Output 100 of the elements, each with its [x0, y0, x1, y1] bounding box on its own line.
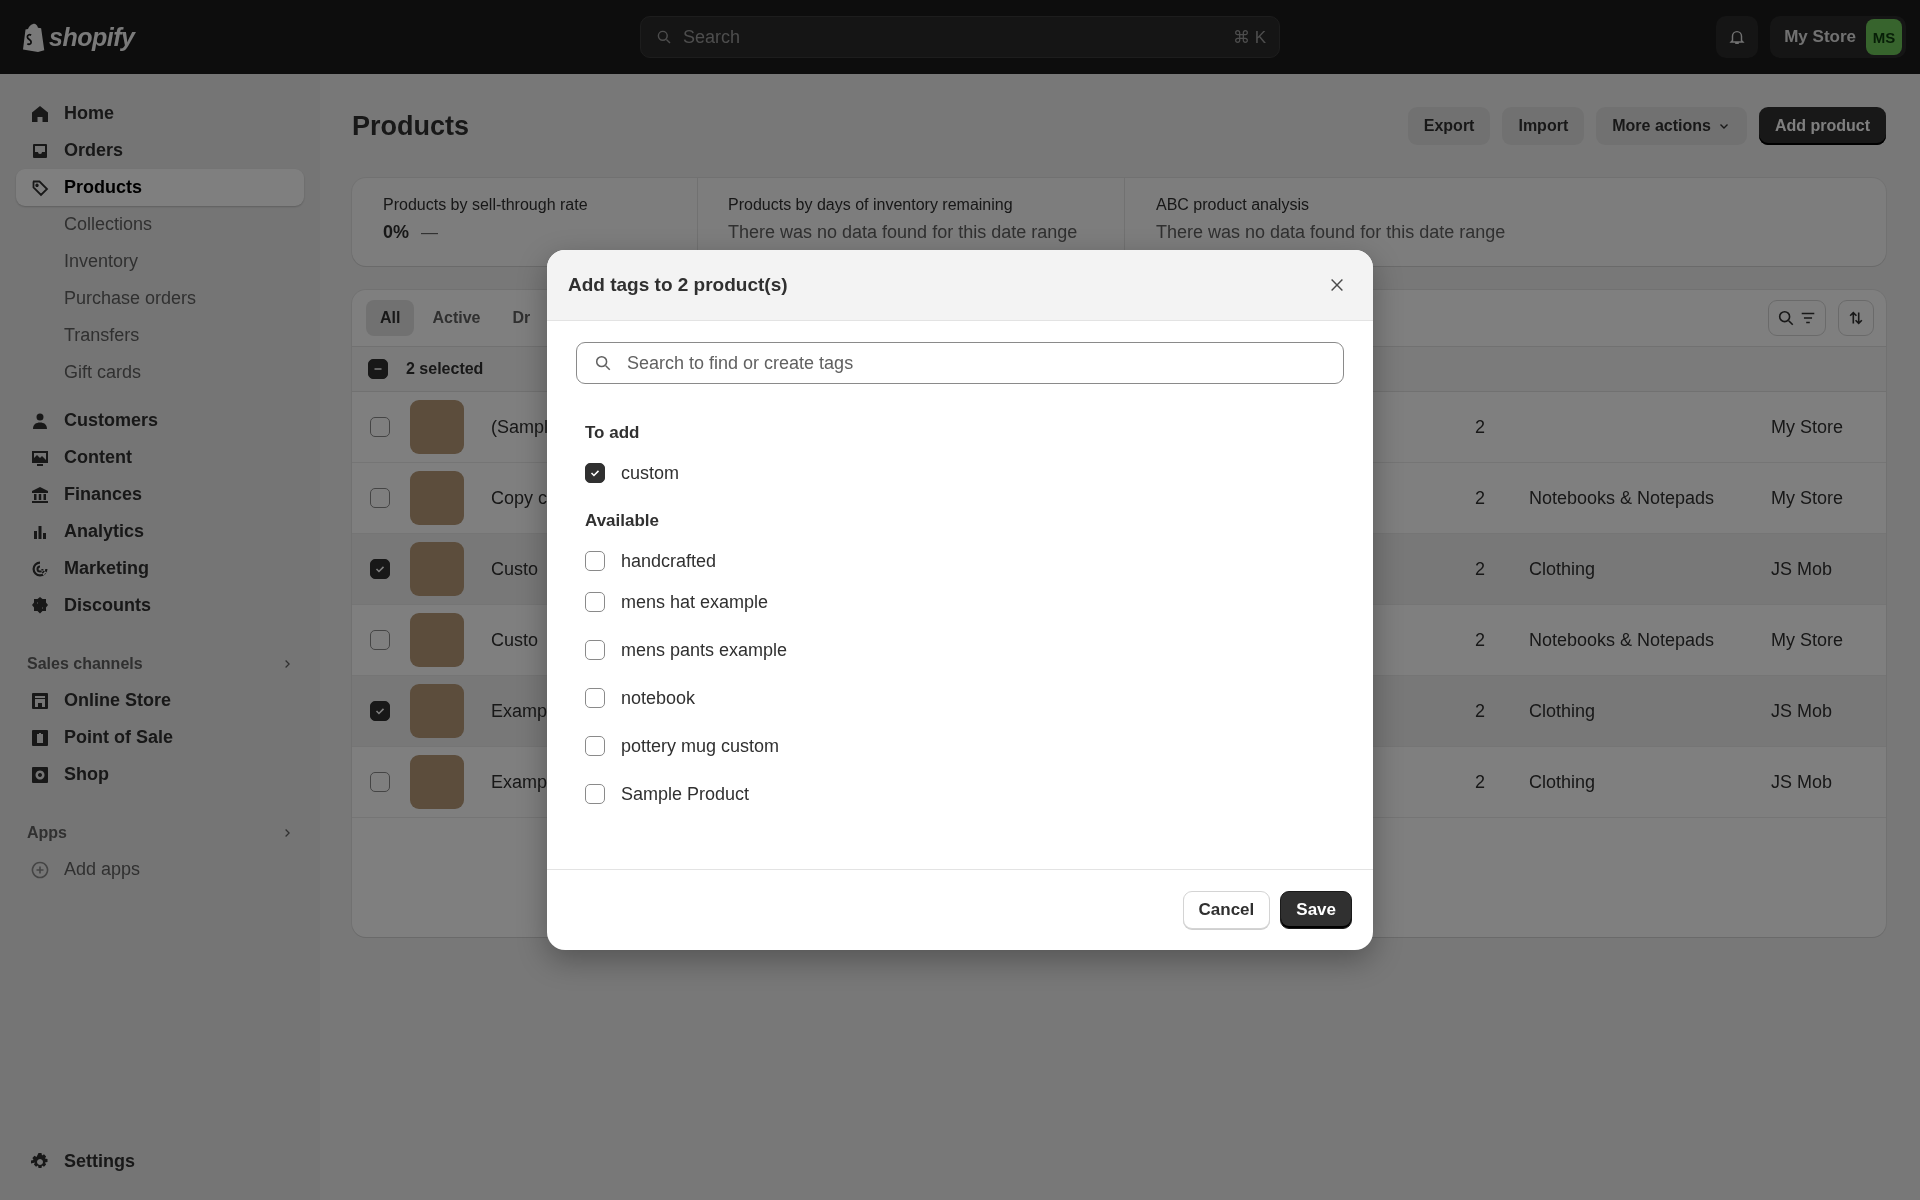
- metric-title[interactable]: ABC product analysis: [1156, 196, 1506, 214]
- action-button[interactable]: Export: [1407, 107, 1491, 145]
- metric-title[interactable]: Products by days of inventory remaining: [728, 196, 1093, 214]
- nav-item[interactable]: Customers: [16, 402, 304, 439]
- bell-icon: [1728, 28, 1747, 46]
- metric-value: 0%: [383, 222, 409, 243]
- select-all-checkbox[interactable]: [368, 359, 388, 379]
- empty-note: There was no data found for this date range: [1156, 222, 1506, 243]
- notifications-button[interactable]: [1716, 16, 1759, 58]
- group-heading: Available: [585, 510, 661, 532]
- nav-subitem[interactable]: Purchase orders: [16, 280, 304, 317]
- page-title: Products: [352, 110, 470, 142]
- table-cell: 2: [1475, 416, 1485, 437]
- search-filter-button[interactable]: [1768, 300, 1826, 336]
- photo-placeholder: [410, 755, 464, 809]
- group-heading: To add: [585, 422, 641, 444]
- row-checkbox[interactable]: [370, 701, 390, 721]
- product-name[interactable]: Examp: [491, 771, 548, 792]
- nav-subitem[interactable]: Collections: [16, 206, 304, 243]
- store-menu-button[interactable]: My Store MS: [1770, 16, 1906, 58]
- modal-title: Add tags to 2 product(s): [568, 274, 788, 296]
- nav-subitem[interactable]: Gift cards: [16, 354, 304, 391]
- table-cell: 2: [1475, 487, 1485, 508]
- logo-wordmark[interactable]: shopify: [49, 22, 135, 52]
- row-checkbox[interactable]: [370, 559, 390, 579]
- filter-tab[interactable]: Dr: [498, 300, 545, 336]
- nav-item[interactable]: Products: [16, 169, 304, 206]
- selection-count: 2 selected: [406, 360, 484, 378]
- filter-tab[interactable]: All: [366, 300, 415, 336]
- nav-item[interactable]: Content: [16, 439, 304, 476]
- tag-checkbox[interactable]: [585, 463, 605, 483]
- nav-item[interactable]: Home: [16, 95, 304, 132]
- table-cell: Clothing: [1529, 558, 1596, 579]
- nav-subitem[interactable]: Transfers: [16, 317, 304, 354]
- action-button[interactable]: Add product: [1758, 107, 1886, 145]
- nav-item[interactable]: Point of Sale: [16, 719, 304, 756]
- nav-item[interactable]: Orders: [16, 132, 304, 169]
- shopping-bag-logo-icon: [20, 22, 46, 52]
- filter-tab[interactable]: Active: [418, 300, 495, 336]
- nav-item[interactable]: Add apps: [16, 851, 304, 888]
- section-heading: Apps: [27, 823, 67, 842]
- photo-placeholder: [410, 400, 464, 454]
- nav-item[interactable]: Marketing: [16, 550, 304, 587]
- nav-item[interactable]: Finances: [16, 476, 304, 513]
- photo-placeholder: [410, 684, 464, 738]
- nav-item[interactable]: Analytics: [16, 513, 304, 550]
- store-name: My Store: [1784, 27, 1856, 47]
- tag-label: handcrafted: [621, 550, 717, 572]
- metric-title[interactable]: Products by sell-through rate: [383, 196, 666, 214]
- product-name[interactable]: (Sampl: [491, 416, 548, 437]
- table-cell: JS Mob: [1771, 700, 1833, 721]
- empty-note: There was no data found for this date range: [728, 222, 1079, 243]
- table-cell: My Store: [1771, 416, 1844, 437]
- store-avatar: MS: [1866, 19, 1902, 55]
- tag-checkbox[interactable]: [585, 640, 605, 660]
- tag-label: mens hat example: [621, 591, 769, 613]
- photo-placeholder: [410, 542, 464, 596]
- shortcut-hint: ⌘ K: [1232, 27, 1266, 48]
- search-icon: [594, 354, 612, 372]
- nav-item[interactable]: Online Store: [16, 682, 304, 719]
- section-heading: Sales channels: [27, 654, 143, 673]
- row-checkbox[interactable]: [370, 488, 390, 508]
- table-cell: My Store: [1771, 487, 1844, 508]
- table-cell: 2: [1475, 629, 1485, 650]
- table-cell: My Store: [1771, 629, 1844, 650]
- tag-checkbox[interactable]: [585, 551, 605, 571]
- table-cell: Clothing: [1529, 700, 1596, 721]
- tag-label: pottery mug custom: [621, 735, 780, 757]
- table-cell: JS Mob: [1771, 771, 1833, 792]
- table-cell: 2: [1475, 700, 1485, 721]
- nav-subitem[interactable]: Inventory: [16, 243, 304, 280]
- cancel-button[interactable]: Cancel: [1182, 891, 1271, 929]
- product-name[interactable]: Custo: [491, 558, 539, 579]
- product-name[interactable]: Custo: [491, 629, 539, 650]
- product-name[interactable]: Copy c: [491, 487, 548, 508]
- storefront-icon: [30, 690, 50, 711]
- tag-checkbox[interactable]: [585, 784, 605, 804]
- save-button[interactable]: Save: [1280, 891, 1352, 929]
- tag-checkbox[interactable]: [585, 688, 605, 708]
- product-name[interactable]: Examp: [491, 700, 548, 721]
- table-cell: Clothing: [1529, 771, 1596, 792]
- tag-label: notebook: [621, 687, 696, 709]
- tag-checkbox[interactable]: [585, 736, 605, 756]
- sort-icon: [1847, 309, 1865, 327]
- tag-label: custom: [621, 462, 680, 484]
- photo-placeholder: [410, 613, 464, 667]
- nav-item[interactable]: Shop: [16, 756, 304, 793]
- sort-button[interactable]: [1838, 300, 1874, 336]
- tag-checkbox[interactable]: [585, 592, 605, 612]
- shop-tile-icon: [30, 764, 50, 785]
- action-button[interactable]: Import: [1502, 107, 1585, 145]
- row-checkbox[interactable]: [370, 772, 390, 792]
- nav-item[interactable]: Settings: [16, 1143, 304, 1180]
- nav-item[interactable]: Discounts: [16, 587, 304, 624]
- tag-search-field[interactable]: Search to find or create tags: [576, 342, 1344, 384]
- action-button[interactable]: More actions: [1596, 107, 1747, 145]
- row-checkbox[interactable]: [370, 417, 390, 437]
- tag-label: mens pants example: [621, 639, 788, 661]
- table-cell: Notebooks & Notepads: [1529, 629, 1715, 650]
- row-checkbox[interactable]: [370, 630, 390, 650]
